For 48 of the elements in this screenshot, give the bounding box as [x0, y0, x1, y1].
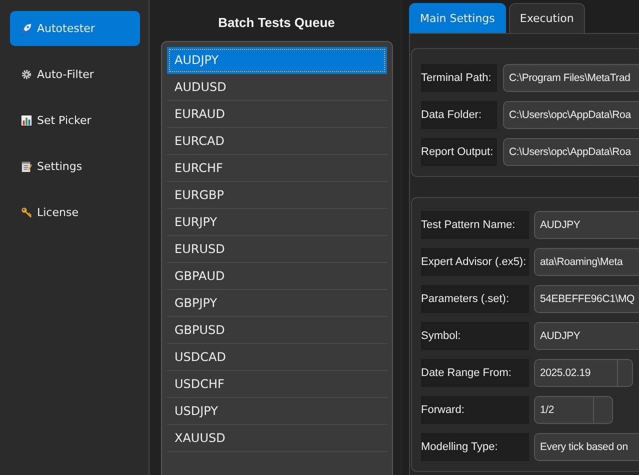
date-field[interactable]: 2025.02.19 — [534, 359, 633, 387]
rocket-icon — [21, 23, 32, 34]
field-label: Parameters (.set): — [421, 285, 529, 313]
key-icon — [21, 207, 32, 218]
tab[interactable]: Execution — [508, 3, 585, 33]
input-field[interactable]: C:\Users\opc\AppData\Roa — [503, 101, 639, 129]
queue-item[interactable]: EURCAD — [166, 128, 386, 155]
queue-item[interactable]: EURUSD — [166, 236, 386, 263]
queue-item[interactable]: USDJPY — [166, 398, 386, 425]
input-field[interactable]: 54EBEFFE96C1\MQ — [534, 285, 639, 313]
bar-chart-icon — [21, 115, 32, 126]
nav-item[interactable]: Auto-Filter — [10, 57, 140, 92]
gear-icon — [21, 69, 32, 80]
nav-item[interactable]: Set Picker — [10, 103, 140, 138]
field-label: Symbol: — [421, 322, 529, 350]
field-label: Expert Advisor (.ex5): — [421, 248, 529, 276]
queue-item[interactable]: USDCAD — [166, 344, 386, 371]
nav-item[interactable]: Autotester — [10, 11, 140, 46]
queue-item[interactable]: AUDJPY — [166, 47, 386, 74]
queue-item[interactable]: XAUUSD — [166, 425, 386, 452]
queue-item[interactable]: EURCHF — [166, 155, 386, 182]
nav-item[interactable]: License — [10, 195, 140, 230]
field-label: Terminal Path: — [421, 64, 497, 92]
queue-item[interactable]: EURGBP — [166, 182, 386, 209]
input-field[interactable]: ata\Roaming\Meta — [534, 248, 639, 276]
input-field[interactable]: Every tick based on — [534, 433, 639, 461]
queue-item[interactable]: EURAUD — [166, 101, 386, 128]
queue-item[interactable]: GBPJPY — [166, 290, 386, 317]
queue-item[interactable]: EURJPY — [166, 209, 386, 236]
field-label: Test Pattern Name: — [421, 211, 529, 239]
nav-item[interactable]: Settings — [10, 149, 140, 184]
field-label: Data Folder: — [421, 101, 497, 129]
input-field[interactable]: C:\Users\opc\AppData\Roa — [503, 138, 639, 166]
field-label: Report Output: — [421, 138, 497, 166]
tab[interactable]: Main Settings — [409, 3, 506, 33]
queue-item[interactable]: GBPUSD — [166, 317, 386, 344]
notepad-icon — [21, 161, 32, 172]
field-label: Forward: — [421, 396, 529, 424]
field-label: Modelling Type: — [421, 433, 529, 461]
queue-title: Batch Tests Queue — [218, 15, 335, 30]
queue-item[interactable]: USDCHF — [166, 371, 386, 398]
queue-item[interactable]: GBPAUD — [166, 263, 386, 290]
input-field[interactable]: AUDJPY — [534, 211, 639, 239]
field-label: Date Range From: — [421, 359, 529, 387]
input-field[interactable]: C:\Program Files\MetaTrad — [503, 64, 639, 92]
input-field[interactable]: AUDJPY — [534, 322, 639, 350]
spin-box[interactable]: 1/2 — [534, 396, 613, 424]
queue-item[interactable]: AUDUSD — [166, 74, 386, 101]
